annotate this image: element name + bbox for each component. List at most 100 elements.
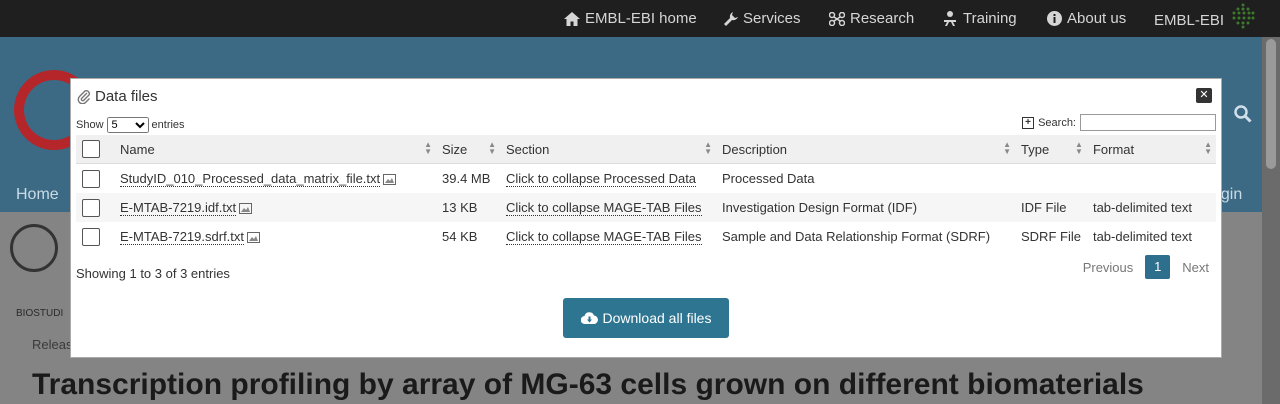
nav-research[interactable]: Research bbox=[829, 10, 914, 27]
search-label: Search: bbox=[1038, 116, 1076, 129]
pagination-page-current[interactable]: 1 bbox=[1145, 255, 1171, 279]
file-size-cell: 54 KB bbox=[442, 229, 478, 244]
nav-about-us[interactable]: About us bbox=[1047, 10, 1126, 27]
files-table: Name ▲ ▼ Size ▲ ▼ Section ▲ ▼ Description ▲ ▼ Ty… bbox=[76, 135, 1216, 251]
format-cell bbox=[1087, 164, 1216, 194]
nav-ebi-home[interactable]: EMBL-EBI home bbox=[564, 10, 697, 27]
arrayexpress-logo bbox=[10, 224, 58, 272]
column-label: Name bbox=[120, 141, 155, 157]
sort-icon: ▲ ▼ bbox=[424, 140, 432, 156]
banner-home-link[interactable]: Home bbox=[16, 186, 59, 204]
pagination: Previous 1 Next bbox=[1083, 255, 1209, 279]
wrench-icon bbox=[724, 11, 738, 26]
download-all-button[interactable]: Download all files bbox=[563, 298, 729, 338]
row-checkbox[interactable] bbox=[82, 169, 100, 188]
banner-search-icon[interactable] bbox=[1234, 105, 1252, 128]
section-cell: Click to collapse Processed Data bbox=[500, 164, 716, 194]
column-header-format[interactable]: Format ▲ ▼ bbox=[1086, 135, 1216, 164]
length-entries-label: entries bbox=[151, 119, 185, 131]
description-cell: Investigation Design Format (IDF) bbox=[716, 193, 1015, 222]
section-cell: Click to collapse MAGE-TAB Files bbox=[500, 222, 716, 251]
home-icon bbox=[564, 11, 580, 26]
nav-services[interactable]: Services bbox=[724, 10, 801, 27]
table-info: Showing 1 to 3 of 3 entries bbox=[76, 266, 230, 281]
sort-icon: ▲ ▼ bbox=[488, 140, 496, 156]
section-cell: Click to collapse MAGE-TAB Files bbox=[500, 193, 716, 222]
section-collapse-link[interactable]: Click to collapse MAGE-TAB Files bbox=[506, 200, 702, 216]
column-header-name[interactable]: Name ▲ ▼ bbox=[114, 135, 436, 164]
entries-length-control: Show 5 entries bbox=[76, 117, 185, 133]
close-button[interactable]: ✕ bbox=[1196, 88, 1212, 103]
nav-services-label: Services bbox=[743, 10, 801, 27]
paperclip-icon bbox=[77, 90, 90, 104]
table-header-row: Name ▲ ▼ Size ▲ ▼ Section ▲ ▼ Description ▲ ▼ Ty… bbox=[76, 135, 1216, 164]
row-checkbox[interactable] bbox=[82, 227, 100, 246]
column-label: Type bbox=[1021, 141, 1050, 157]
dialog-title: Data files bbox=[77, 88, 158, 105]
image-preview-icon[interactable] bbox=[239, 203, 253, 215]
cloud-download-icon bbox=[580, 312, 598, 325]
sort-icon: ▲ ▼ bbox=[704, 140, 712, 156]
pagination-next[interactable]: Next bbox=[1182, 260, 1209, 275]
pagination-previous[interactable]: Previous bbox=[1083, 260, 1134, 275]
format-cell: tab-delimited text bbox=[1086, 193, 1216, 222]
column-label: Section bbox=[506, 141, 550, 157]
format-cell: tab-delimited text bbox=[1092, 229, 1192, 244]
nav-about-us-label: About us bbox=[1067, 10, 1127, 27]
row-checkbox[interactable] bbox=[82, 198, 100, 217]
column-header-size[interactable]: Size ▲ ▼ bbox=[436, 135, 500, 164]
section-collapse-link[interactable]: Click to collapse MAGE-TAB Files bbox=[506, 229, 702, 245]
page-title: Transcription profiling by array of MG-6… bbox=[32, 368, 1144, 401]
column-label: Description bbox=[722, 141, 788, 157]
research-icon bbox=[829, 11, 845, 26]
nav-brand-label: EMBL-EBI bbox=[1154, 11, 1225, 29]
description-cell: Processed Data bbox=[722, 171, 815, 186]
row-select-cell[interactable] bbox=[76, 193, 114, 222]
select-all-header[interactable] bbox=[76, 135, 114, 164]
type-cell: SDRF File bbox=[1021, 229, 1081, 244]
training-icon bbox=[944, 11, 956, 26]
file-size-cell: 13 KB bbox=[436, 193, 500, 222]
embl-logo-icon bbox=[1232, 3, 1255, 29]
entries-per-page-select[interactable]: 5 bbox=[106, 117, 149, 133]
file-name-cell: StudyID_010_Processed_data_matrix_file.t… bbox=[114, 164, 436, 194]
nav-research-label: Research bbox=[850, 10, 915, 27]
column-header-type[interactable]: Type ▲ ▼ bbox=[1015, 135, 1087, 164]
column-label: Size bbox=[442, 141, 468, 157]
close-icon: ✕ bbox=[1199, 89, 1209, 101]
dialog-title-text: Data files bbox=[95, 88, 158, 105]
file-name-cell: E-MTAB-7219.idf.txt bbox=[114, 193, 436, 222]
type-cell: IDF File bbox=[1015, 193, 1087, 222]
type-cell bbox=[1015, 164, 1087, 194]
column-header-section[interactable]: Section ▲ ▼ bbox=[500, 135, 716, 164]
sort-icon: ▲ ▼ bbox=[1003, 140, 1011, 156]
nav-training[interactable]: Training bbox=[942, 10, 1017, 27]
column-label: Format bbox=[1092, 141, 1135, 157]
row-select-cell[interactable] bbox=[76, 164, 114, 194]
top-navigation-bar: EMBL-EBI home Services Research Training… bbox=[0, 0, 1280, 37]
file-link[interactable]: StudyID_010_Processed_data_matrix_file.t… bbox=[120, 171, 381, 187]
row-select-cell[interactable] bbox=[76, 222, 114, 251]
table-row: E-MTAB-7219.idf.txt 13 KB Click to colla… bbox=[76, 193, 1216, 222]
page-scrollbar[interactable] bbox=[1262, 37, 1280, 404]
column-header-description[interactable]: Description ▲ ▼ bbox=[716, 135, 1015, 164]
table-row: E-MTAB-7219.sdrf.txt 54 KB Click to coll… bbox=[76, 222, 1216, 251]
nav-training-label: Training bbox=[963, 10, 1017, 27]
file-link[interactable]: E-MTAB-7219.sdrf.txt bbox=[120, 229, 245, 245]
file-link[interactable]: E-MTAB-7219.idf.txt bbox=[120, 200, 237, 216]
search-input[interactable] bbox=[1080, 114, 1216, 131]
expand-plus-icon[interactable]: + bbox=[1022, 116, 1035, 129]
section-collapse-link[interactable]: Click to collapse Processed Data bbox=[506, 171, 697, 187]
nav-embl-ebi[interactable]: EMBL-EBI bbox=[1154, 3, 1257, 30]
select-all-checkbox[interactable] bbox=[82, 140, 100, 158]
table-row: StudyID_010_Processed_data_matrix_file.t… bbox=[76, 164, 1216, 194]
breadcrumb[interactable]: BIOSTUDI bbox=[16, 308, 63, 319]
info-icon bbox=[1047, 11, 1062, 26]
table-filter: + Search: bbox=[1022, 114, 1216, 131]
file-name-cell: E-MTAB-7219.sdrf.txt bbox=[114, 222, 436, 251]
scrollbar-thumb[interactable] bbox=[1266, 39, 1276, 169]
sort-icon: ▲ ▼ bbox=[1204, 140, 1212, 156]
image-preview-icon[interactable] bbox=[247, 232, 261, 244]
image-preview-icon[interactable] bbox=[383, 174, 397, 186]
nav-ebi-home-label: EMBL-EBI home bbox=[585, 10, 697, 27]
